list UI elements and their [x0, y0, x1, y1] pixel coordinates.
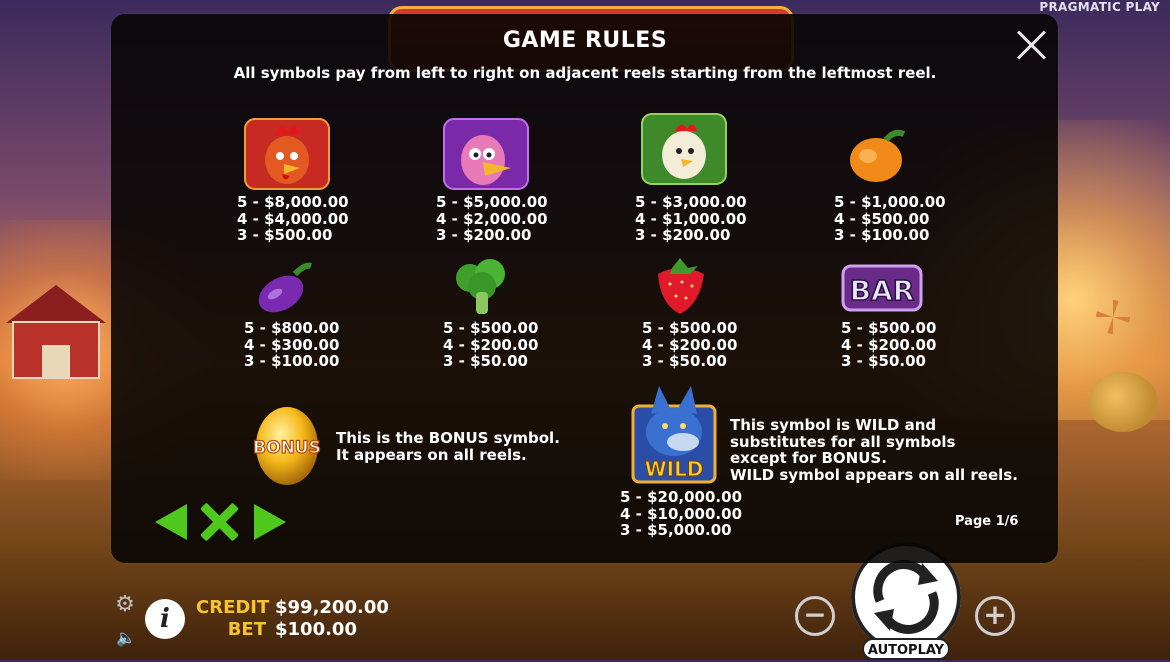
broccoli-icon: [456, 259, 505, 314]
paytable-bar: 5 - $500.00 4 - $200.00 3 - $50.00: [841, 320, 936, 370]
pepper-icon: [850, 129, 906, 182]
wild-text-line: substitutes for all symbols: [730, 432, 956, 451]
pink-turkey-icon: [443, 118, 529, 190]
bonus-icon-text: BONUS: [253, 438, 321, 458]
brand-logo: PRAGMATIC PLAY: [1039, 0, 1160, 14]
white-hen-icon: [641, 113, 727, 185]
sound-speaker-icon[interactable]: 🔈: [115, 628, 137, 648]
pay-line: 4 - $200.00: [443, 335, 539, 354]
red-rooster-icon: [244, 118, 330, 190]
credit-label: CREDIT: [196, 597, 270, 618]
wild-text-line: except for BONUS.: [730, 449, 887, 467]
info-icon: i: [160, 604, 170, 634]
pay-line: 3 - $100.00: [834, 226, 930, 244]
wild-text-line: WILD symbol appears on all reels.: [730, 465, 1018, 484]
bet-value: $100.00: [275, 619, 357, 640]
pay-line: 5 - $8,000.00: [237, 193, 349, 211]
pay-line: 4 - $2,000.00: [436, 209, 548, 228]
bonus-text-line: This is the BONUS symbol.: [336, 429, 560, 447]
paytable-strawberry: 5 - $500.00 4 - $200.00 3 - $50.00: [642, 320, 737, 370]
bar-icon: BAR: [841, 264, 923, 312]
wild-icon-text: WILD: [645, 457, 704, 481]
pay-line: 3 - $500.00: [237, 226, 333, 244]
pay-line: 4 - $4,000.00: [237, 209, 349, 228]
paytable-white-hen: 5 - $3,000.00 4 - $1,000.00 3 - $200.00: [635, 194, 747, 244]
windmill-illustration: [1096, 300, 1130, 334]
pay-line: 5 - $3,000.00: [635, 193, 747, 211]
increase-bet-button[interactable]: +: [975, 596, 1015, 636]
close-rules-x-icon[interactable]: [200, 503, 238, 541]
credit-value: $99,200.00: [275, 597, 389, 618]
pay-line: 3 - $50.00: [443, 352, 528, 370]
hay-bale-illustration: [1088, 372, 1158, 432]
pay-line: 4 - $10,000.00: [620, 504, 742, 523]
paytable-broccoli: 5 - $500.00 4 - $200.00 3 - $50.00: [443, 320, 538, 370]
pay-line: 5 - $5,000.00: [436, 193, 548, 211]
next-page-arrow-icon[interactable]: [254, 504, 286, 540]
page-indicator: Page 1/6: [955, 514, 1019, 529]
paytable-pepper: 5 - $1,000.00 4 - $500.00 3 - $100.00: [834, 194, 946, 244]
pay-line: 3 - $100.00: [244, 352, 340, 370]
eggplant-icon: [258, 262, 312, 313]
modal-subtitle: All symbols pay from left to right on ad…: [233, 64, 937, 82]
pay-line: 3 - $5,000.00: [620, 521, 732, 539]
pay-line: 5 - $500.00: [841, 319, 937, 337]
wild-text-line: This symbol is WILD and: [730, 416, 937, 434]
pay-line: 3 - $200.00: [436, 226, 532, 244]
close-icon[interactable]: [1016, 30, 1046, 60]
settings-gear-icon[interactable]: ⚙: [113, 593, 137, 617]
bonus-description: This is the BONUS symbol. It appears on …: [336, 430, 560, 463]
pay-line: 3 - $50.00: [841, 352, 926, 370]
decrease-bet-button[interactable]: −: [795, 596, 835, 636]
autoplay-button[interactable]: AUTOPLAY: [862, 638, 950, 660]
pay-line: 5 - $20,000.00: [620, 488, 742, 506]
pay-line: 4 - $200.00: [841, 335, 937, 354]
spin-arrows-icon: [873, 560, 939, 634]
paytable-wild: 5 - $20,000.00 4 - $10,000.00 3 - $5,000…: [620, 489, 742, 539]
pay-line: 4 - $500.00: [834, 209, 930, 228]
pay-line: 4 - $1,000.00: [635, 209, 747, 228]
modal-title: GAME RULES: [502, 28, 668, 53]
pay-line: 4 - $300.00: [244, 335, 340, 354]
pay-line: 5 - $500.00: [642, 319, 738, 337]
golden-egg-bonus-icon: BONUS: [253, 407, 321, 485]
paytable-pink-turkey: 5 - $5,000.00 4 - $2,000.00 3 - $200.00: [436, 194, 548, 244]
bar-icon-text: BAR: [850, 274, 915, 307]
pay-line: 5 - $1,000.00: [834, 193, 946, 211]
pay-line: 5 - $500.00: [443, 319, 539, 337]
info-button[interactable]: i: [145, 599, 185, 639]
pay-line: 3 - $50.00: [642, 352, 727, 370]
strawberry-icon: [658, 258, 704, 314]
barn-illustration: [6, 285, 106, 380]
previous-page-arrow-icon[interactable]: [155, 504, 187, 540]
paytable-red-rooster: 5 - $8,000.00 4 - $4,000.00 3 - $500.00: [237, 194, 349, 244]
wild-description: This symbol is WILD and substitutes for …: [730, 417, 1018, 483]
pay-line: 3 - $200.00: [635, 226, 731, 244]
bet-label: BET: [227, 619, 266, 640]
pay-line: 5 - $800.00: [244, 319, 340, 337]
wolf-wild-icon: WILD: [631, 386, 717, 484]
pay-line: 4 - $200.00: [642, 335, 738, 354]
paytable-eggplant: 5 - $800.00 4 - $300.00 3 - $100.00: [244, 320, 339, 370]
bonus-text-line: It appears on all reels.: [336, 445, 527, 464]
